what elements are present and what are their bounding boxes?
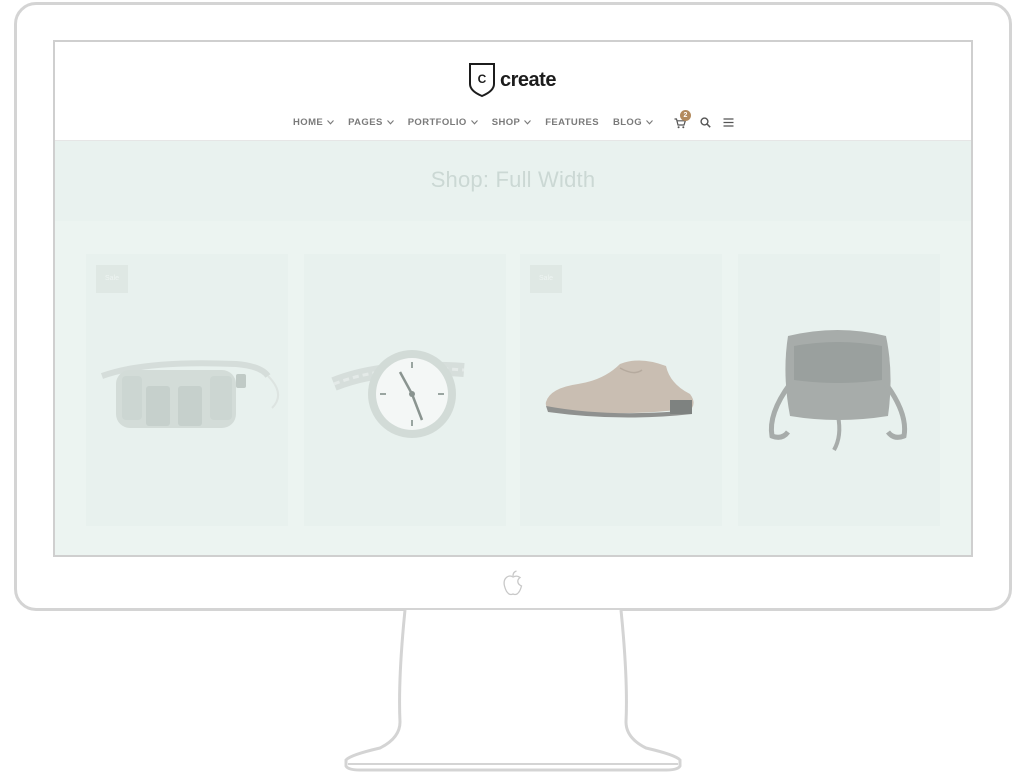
product-card[interactable] bbox=[738, 254, 940, 526]
monitor-stand bbox=[344, 610, 682, 772]
nav-item-label: SHOP bbox=[491, 116, 521, 128]
product-card[interactable]: Sale bbox=[86, 254, 288, 526]
nav-icons: 2 bbox=[674, 110, 740, 129]
nav-item-home[interactable]: HOME bbox=[293, 116, 335, 128]
shop-content: Shop: Full Width Sale Sale bbox=[55, 141, 971, 555]
logo-text: create bbox=[500, 68, 556, 91]
leather-shoe-image bbox=[545, 360, 694, 418]
product-grid: Sale Sale bbox=[86, 254, 942, 526]
belt-bag-image bbox=[100, 360, 279, 428]
nav-item-blog[interactable]: BLOG bbox=[613, 117, 653, 128]
main-nav: HOME PAGES PORTFOLIO SHOP FEATURES BLOG bbox=[55, 110, 971, 129]
cart-count-badge: 2 bbox=[679, 110, 691, 121]
sale-badge: Sale bbox=[96, 265, 128, 293]
product-card[interactable] bbox=[304, 254, 506, 526]
nav-item-label: PORTFOLIO bbox=[407, 116, 467, 128]
chevron-down-icon bbox=[327, 119, 335, 125]
nav-item-shop[interactable]: SHOP bbox=[492, 117, 532, 128]
sale-badge: Sale bbox=[530, 265, 562, 293]
site-logo[interactable]: C create bbox=[468, 60, 556, 100]
page-title: Shop: Full Width bbox=[430, 167, 596, 192]
wrist-watch-image bbox=[331, 350, 465, 438]
chevron-down-icon bbox=[646, 119, 653, 125]
leather-bag-image bbox=[768, 330, 908, 451]
nav-item-label: BLOG bbox=[612, 116, 642, 128]
nav-item-label: PAGES bbox=[348, 116, 383, 128]
search-icon[interactable] bbox=[700, 116, 711, 128]
shield-logo-icon: C bbox=[469, 63, 495, 98]
site-header: C create HOME PAGES PORTFOLIO SHOP FEATU… bbox=[55, 42, 971, 141]
nav-item-label: FEATURES bbox=[545, 116, 599, 128]
product-card[interactable]: Sale bbox=[520, 254, 722, 526]
chevron-down-icon bbox=[524, 119, 532, 125]
chevron-down-icon bbox=[470, 119, 478, 125]
logo-letter: C bbox=[478, 72, 487, 86]
nav-item-features[interactable]: FEATURES bbox=[545, 117, 599, 128]
page-title-band: Shop: Full Width bbox=[55, 141, 971, 221]
screen: C create HOME PAGES PORTFOLIO SHOP FEATU… bbox=[53, 40, 973, 557]
nav-item-portfolio[interactable]: PORTFOLIO bbox=[408, 117, 478, 128]
menu-icon[interactable] bbox=[723, 117, 734, 128]
cart-button[interactable]: 2 bbox=[674, 110, 691, 129]
nav-item-label: HOME bbox=[293, 116, 324, 128]
apple-logo-icon bbox=[503, 570, 523, 596]
nav-item-pages[interactable]: PAGES bbox=[348, 117, 394, 128]
chevron-down-icon bbox=[386, 119, 394, 125]
